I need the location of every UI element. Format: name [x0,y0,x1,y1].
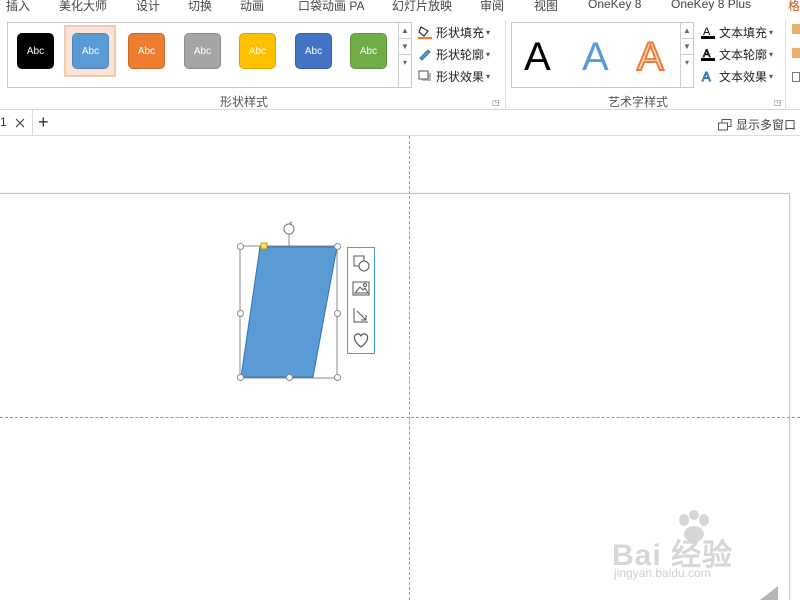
wordart-style-black[interactable]: A [524,35,551,80]
pen-icon [418,47,432,61]
wordart-styles-group-label: 艺术字样式 [608,95,669,109]
tab-slideshow[interactable]: 幻灯片放映 [392,0,452,14]
tab-review[interactable]: 审阅 [480,0,504,14]
scroll-up-icon[interactable]: ▲ [399,23,411,39]
shape-style-swatch[interactable]: Abc [239,33,276,69]
heart-icon[interactable] [351,330,371,350]
resize-handle[interactable] [237,374,244,381]
svg-text:A: A [702,69,711,83]
watermark-url: jingyan.baidu.com [614,566,711,580]
shapes-icon[interactable] [351,253,371,273]
wordart-gallery-scroll[interactable]: ▲ ▼ ▾ [680,23,693,87]
wordart-style-blue[interactable]: A [582,35,609,80]
text-outline-icon: A [701,47,715,61]
text-outline-button[interactable]: A 文本轮廓 ▾ [701,44,773,64]
shape-fill-button[interactable]: 形状填充 ▾ [418,22,490,42]
speaker-icon [760,586,778,600]
resize-handle[interactable] [334,374,341,381]
text-effects-label: 文本效果 [719,69,768,84]
multi-window-button[interactable]: 显示多窗口 [718,116,796,133]
plus-icon[interactable]: + [38,112,49,133]
shape-style-swatch[interactable]: Abc [72,33,109,69]
scroll-down-icon[interactable]: ▼ [681,39,693,55]
shape-style-swatch[interactable]: Abc [128,33,165,69]
tab-insert[interactable]: 插入 [6,0,30,14]
shape-outline-button[interactable]: 形状轮廓 ▾ [418,44,490,64]
shape-style-swatch[interactable]: Abc [350,33,387,69]
arrange-icon[interactable] [792,72,800,82]
text-effects-icon: A [701,69,715,85]
gallery-more-icon[interactable]: ▾ [399,55,411,71]
gallery-more-icon[interactable]: ▾ [681,55,693,71]
swatch-label: Abc [248,45,267,57]
scroll-up-icon[interactable]: ▲ [681,23,693,39]
horizontal-guide[interactable] [0,417,800,418]
swatch-label: Abc [81,45,100,57]
resize-handle[interactable] [237,243,244,250]
rotation-handle-icon[interactable] [283,221,295,246]
dialog-launcher-icon[interactable]: ◳ [774,98,782,107]
dialog-launcher-icon[interactable]: ◳ [492,98,500,107]
arrange-icon[interactable] [792,24,800,34]
text-fill-icon: A [701,25,715,39]
document-tab-bar: 1 + 显示多窗口 [0,110,800,136]
document-tab-label: 1 [0,115,7,129]
tab-view[interactable]: 视图 [534,0,558,14]
close-icon[interactable] [15,118,25,128]
swatch-label: Abc [26,45,45,57]
swatch-label: Abc [359,45,378,57]
group-separator [785,20,786,108]
resize-handle[interactable] [334,243,341,250]
watermark-logo: Bai 经验 jingyan.baidu.com [612,510,772,590]
shape-outline-label: 形状轮廓 [436,47,485,62]
shape-effects-button[interactable]: 形状效果 ▾ [418,66,490,86]
tab-pocket-animation[interactable]: 口袋动画 PA [298,0,364,14]
shape-effects-label: 形状效果 [436,69,485,84]
vertical-guide[interactable] [409,136,410,600]
swatch-label: Abc [137,45,156,57]
wordart-style-orange-outline[interactable]: A [636,34,665,80]
layout-options-panel [347,247,375,354]
multi-window-icon [718,118,732,130]
tab-transitions[interactable]: 切换 [188,0,212,14]
tab-beautify-master[interactable]: 美化大师 [59,0,107,14]
paint-bucket-icon [418,25,432,39]
group-separator [505,20,506,108]
tab-format[interactable]: 格 [788,0,800,14]
ribbon: Abc Abc Abc Abc Abc Abc Abc ▲ ▼ ▾ 形状填充 ▾ … [0,14,800,110]
text-effects-button[interactable]: A 文本效果 ▾ [701,66,774,86]
multi-window-label: 显示多窗口 [736,118,797,132]
text-outline-label: 文本轮廓 [719,47,768,62]
shape-fill-label: 形状填充 [436,25,485,40]
tab-animations[interactable]: 动画 [240,0,264,14]
ribbon-tab-bar: 插入 美化大师 设计 切换 动画 口袋动画 PA 幻灯片放映 审阅 视图 One… [0,0,800,14]
gallery-scroll[interactable]: ▲ ▼ ▾ [398,23,411,87]
shape-style-swatch[interactable]: Abc [17,33,54,69]
swatch-label: Abc [193,45,212,57]
tab-onekey-8[interactable]: OneKey 8 [588,0,641,11]
shape-styles-group-label: 形状样式 [220,95,269,109]
shape-style-gallery: Abc Abc Abc Abc Abc Abc Abc ▲ ▼ ▾ [7,22,412,88]
resize-handle[interactable] [286,374,293,381]
text-fill-button[interactable]: A 文本填充 ▾ [701,22,773,42]
parallelogram-shape[interactable] [240,246,338,378]
resize-icon[interactable] [351,305,371,325]
wordart-gallery: A A A ▲ ▼ ▾ [511,22,694,88]
tab-design[interactable]: 设计 [136,0,160,14]
shape-effects-icon [418,69,432,83]
arrange-icon[interactable] [792,48,800,58]
shape-style-swatch[interactable]: Abc [184,33,221,69]
adjustment-handle[interactable] [260,242,268,250]
resize-handle[interactable] [334,310,341,317]
resize-handle[interactable] [237,310,244,317]
selected-shape-group[interactable] [234,220,346,382]
scroll-down-icon[interactable]: ▼ [399,39,411,55]
text-fill-label: 文本填充 [719,25,768,40]
picture-icon[interactable] [351,279,371,299]
shape-style-swatch[interactable]: Abc [295,33,332,69]
swatch-label: Abc [304,45,323,57]
document-tab[interactable]: 1 [0,110,33,136]
tab-onekey-8-plus[interactable]: OneKey 8 Plus [671,0,751,11]
